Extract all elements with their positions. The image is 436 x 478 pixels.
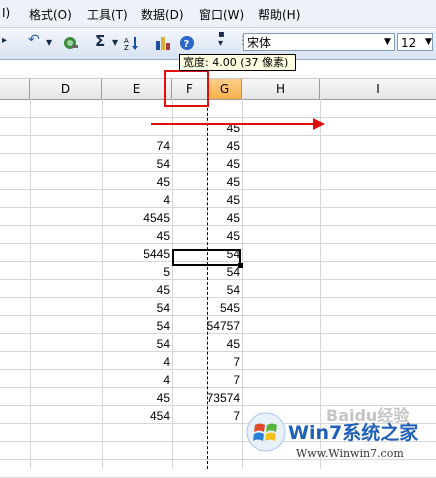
site-watermark-url: Www.Winwin7.com <box>296 447 404 460</box>
column-width-tooltip: 宽度: 4.00 (37 像素) <box>179 54 296 71</box>
cell-G[interactable]: 545 <box>172 299 240 317</box>
cell-G[interactable]: 54 <box>172 281 240 299</box>
cell-G[interactable]: 45 <box>172 191 240 209</box>
cell-G[interactable]: 7 <box>172 407 240 425</box>
font-name-dropdown-icon[interactable]: ▼ <box>384 37 391 47</box>
cell-E[interactable]: 54 <box>102 299 170 317</box>
sort-ascending-icon[interactable]: AZ <box>124 35 140 52</box>
autosum-icon[interactable]: Σ <box>95 32 105 50</box>
windows-logo-icon <box>246 412 286 452</box>
menu-bar: I) 格式(O) 工具(T) 数据(D) 窗口(W) 帮助(H) <box>0 0 436 28</box>
cell-E[interactable]: 45 <box>102 389 170 407</box>
cell-G[interactable]: 45 <box>172 227 240 245</box>
cell-E[interactable]: 45 <box>102 281 170 299</box>
menu-item-tools[interactable]: 工具(T) <box>87 6 128 23</box>
active-cell-selection[interactable] <box>172 249 241 266</box>
cell-E[interactable]: 5 <box>102 263 170 281</box>
cell-E[interactable]: 4 <box>102 371 170 389</box>
help-icon[interactable]: ? <box>179 35 195 51</box>
menu-item-insert[interactable]: I) <box>2 6 10 20</box>
column-header-D[interactable]: D <box>30 79 102 99</box>
cell-G[interactable]: 45 <box>172 209 240 227</box>
hyperlink-icon[interactable] <box>63 35 79 51</box>
cell-E[interactable]: 45 <box>102 227 170 245</box>
cell-G[interactable]: 73574 <box>172 389 240 407</box>
fill-handle[interactable] <box>238 263 243 268</box>
cell-E[interactable]: 54 <box>102 155 170 173</box>
annotation-highlight-box <box>164 70 209 107</box>
undo-icon[interactable]: ↶ <box>28 32 40 48</box>
chart-wizard-icon[interactable] <box>155 35 171 51</box>
cell-G[interactable]: 45 <box>172 119 240 137</box>
cell-G[interactable]: 54757 <box>172 317 240 335</box>
font-name-select[interactable]: 宋体 <box>243 33 395 51</box>
cell-G[interactable]: 45 <box>172 173 240 191</box>
column-header-C[interactable] <box>0 79 30 99</box>
cell-E[interactable]: 45 <box>102 173 170 191</box>
font-size-dropdown-icon[interactable]: ▼ <box>425 37 432 47</box>
gridline <box>0 117 436 118</box>
cell-G[interactable]: 45 <box>172 137 240 155</box>
column-header-G[interactable]: G <box>208 79 242 99</box>
toolbar-overflow-icon[interactable]: ▸ <box>2 35 7 46</box>
cell-E[interactable]: 5445 <box>102 245 170 263</box>
cell-E[interactable]: 4 <box>102 191 170 209</box>
cell-E[interactable]: 454 <box>102 407 170 425</box>
column-header-E[interactable]: E <box>102 79 172 99</box>
column-header-H[interactable]: H <box>242 79 320 99</box>
site-watermark-title: Win7系统之家 <box>288 422 419 444</box>
menu-item-data[interactable]: 数据(D) <box>141 6 184 23</box>
cell-E[interactable] <box>102 119 170 137</box>
cell-E[interactable]: 4545 <box>102 209 170 227</box>
gridline <box>30 99 31 469</box>
menu-item-help[interactable]: 帮助(H) <box>258 6 300 23</box>
gridline <box>320 99 321 469</box>
svg-text:?: ? <box>184 39 190 50</box>
undo-dropdown-icon[interactable]: ▼ <box>46 38 52 47</box>
cell-E[interactable]: 54 <box>102 317 170 335</box>
menu-item-window[interactable]: 窗口(W) <box>199 6 244 23</box>
gridline <box>242 99 243 469</box>
svg-text:Z: Z <box>124 44 129 51</box>
cell-E[interactable]: 4 <box>102 353 170 371</box>
cell-G[interactable]: 7 <box>172 353 240 371</box>
cell-G[interactable]: 45 <box>172 335 240 353</box>
column-header-I[interactable]: I <box>320 79 436 99</box>
toolbar-options-icon[interactable]: ▪ ▾ <box>218 30 225 49</box>
autosum-dropdown-icon[interactable]: ▼ <box>112 38 118 47</box>
cell-G[interactable]: 45 <box>172 155 240 173</box>
column-header-row: D E F G H I <box>0 78 436 100</box>
annotation-arrow <box>151 123 316 125</box>
cell-G[interactable]: 7 <box>172 371 240 389</box>
menu-item-format[interactable]: 格式(O) <box>29 6 72 23</box>
annotation-arrow-head <box>313 118 325 130</box>
cell-E[interactable]: 74 <box>102 137 170 155</box>
column-resize-guide <box>207 78 208 469</box>
cell-E[interactable]: 54 <box>102 335 170 353</box>
